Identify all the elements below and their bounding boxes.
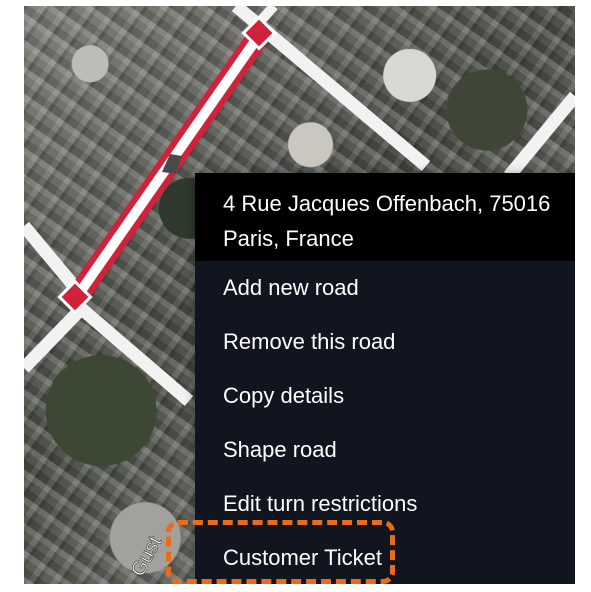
street-name-label: Gust <box>127 532 166 580</box>
menu-item-remove-this-road[interactable]: Remove this road <box>195 315 575 369</box>
highlight-box <box>166 520 395 584</box>
menu-item-copy-details[interactable]: Copy details <box>195 369 575 423</box>
menu-item-shape-road[interactable]: Shape road <box>195 423 575 477</box>
road-segment[interactable] <box>71 299 194 406</box>
road-segment[interactable] <box>503 91 575 181</box>
road-segment[interactable] <box>24 301 89 373</box>
menu-item-add-new-road[interactable]: Add new road <box>195 261 575 315</box>
map-view[interactable]: Gust 4 Rue Jacques Offenbach, 75016 Pari… <box>24 6 575 584</box>
address-header: 4 Rue Jacques Offenbach, 75016 Paris, Fr… <box>195 173 575 261</box>
